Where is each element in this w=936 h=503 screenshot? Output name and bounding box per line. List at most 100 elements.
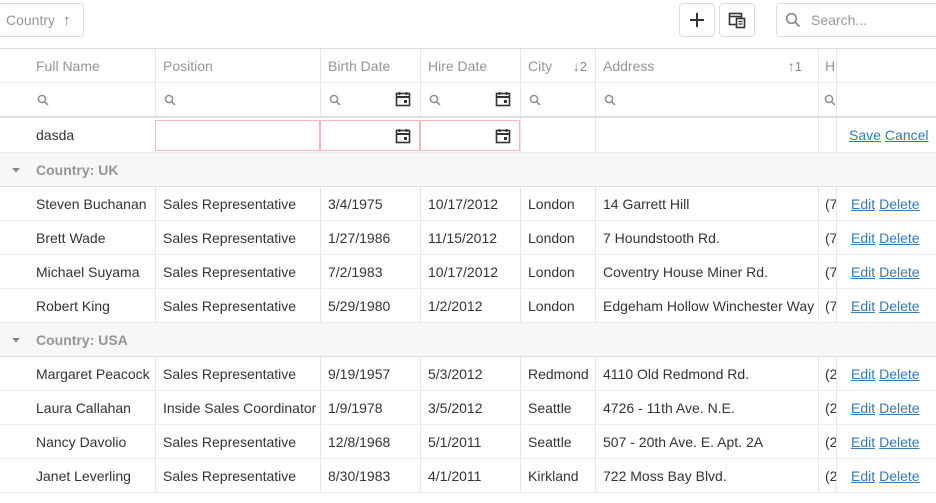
edit-link[interactable]: Edit bbox=[851, 434, 875, 450]
header-position[interactable]: Position bbox=[155, 49, 320, 82]
search-icon bbox=[164, 94, 176, 106]
cell-address: 722 Moss Bay Blvd. bbox=[595, 459, 818, 492]
search-icon bbox=[329, 94, 341, 106]
cell-city: Redmond bbox=[520, 357, 595, 390]
edit-link[interactable]: Edit bbox=[851, 264, 875, 280]
delete-link[interactable]: Delete bbox=[879, 230, 919, 246]
header-address[interactable]: Address ↑1 bbox=[595, 49, 818, 82]
edit-link[interactable]: Edit bbox=[851, 230, 875, 246]
row-actions: Edit Delete bbox=[836, 187, 936, 220]
search-input[interactable] bbox=[809, 11, 919, 29]
group-panel-country-chip[interactable]: Country ↑ bbox=[0, 3, 84, 37]
header-full-name-label: Full Name bbox=[36, 57, 100, 74]
filter-full-name[interactable] bbox=[29, 83, 155, 116]
save-button[interactable]: Save bbox=[849, 127, 881, 143]
sort-ascending-icon: ↑ bbox=[63, 11, 71, 29]
add-row-button[interactable] bbox=[679, 3, 715, 37]
search-icon bbox=[529, 94, 541, 106]
collapse-group-icon[interactable] bbox=[4, 323, 26, 356]
cell-hire: 5/3/2012 bbox=[420, 357, 520, 390]
edit-link[interactable]: Edit bbox=[851, 400, 875, 416]
table-row[interactable]: Robert King Sales Representative 5/29/1980… bbox=[0, 289, 936, 323]
row-actions: Edit Delete bbox=[836, 255, 936, 288]
filter-address[interactable] bbox=[595, 83, 818, 116]
search-panel[interactable] bbox=[776, 3, 936, 37]
group-row[interactable]: Country: USA bbox=[0, 323, 936, 357]
cell-name: Nancy Davolio bbox=[36, 433, 127, 450]
cell-address: 4726 - 11th Ave. N.E. bbox=[595, 391, 818, 424]
edit-link[interactable]: Edit bbox=[851, 298, 875, 314]
cell-birth: 8/30/1983 bbox=[320, 459, 420, 492]
delete-link[interactable]: Delete bbox=[879, 264, 919, 280]
cell-name: Janet Leverling bbox=[36, 467, 131, 484]
cell-hire: 5/1/2011 bbox=[420, 425, 520, 458]
delete-link[interactable]: Delete bbox=[879, 366, 919, 382]
cell-city: Seattle bbox=[520, 391, 595, 424]
cell-address: 7 Houndstooth Rd. bbox=[595, 221, 818, 254]
edit-link[interactable]: Edit bbox=[851, 468, 875, 484]
cell-position: Sales Representative bbox=[155, 289, 320, 322]
delete-link[interactable]: Delete bbox=[879, 400, 919, 416]
cell-address: Edgeham Hollow Winchester Way bbox=[595, 289, 818, 322]
header-birth-date[interactable]: Birth Date bbox=[320, 49, 420, 82]
filter-phone[interactable] bbox=[818, 83, 836, 116]
collapse-group-icon[interactable] bbox=[4, 153, 26, 186]
calendar-icon[interactable] bbox=[495, 128, 511, 144]
edit-link[interactable]: Edit bbox=[851, 196, 875, 212]
search-icon bbox=[824, 94, 836, 106]
header-full-name[interactable]: Full Name bbox=[29, 49, 155, 82]
cell-birth: 1/27/1986 bbox=[320, 221, 420, 254]
delete-link[interactable]: Delete bbox=[879, 434, 919, 450]
cell-position: Sales Representative bbox=[155, 357, 320, 390]
edit-position-input[interactable] bbox=[155, 120, 320, 151]
cell-hire: 1/2/2012 bbox=[420, 289, 520, 322]
filter-position[interactable] bbox=[155, 83, 320, 116]
column-chooser-icon bbox=[728, 12, 746, 29]
search-icon bbox=[785, 12, 801, 28]
header-hire-date-label: Hire Date bbox=[428, 57, 488, 74]
delete-link[interactable]: Delete bbox=[879, 196, 919, 212]
row-actions: Edit Delete bbox=[836, 425, 936, 458]
header-row: Full Name Position Birth Date Hire Date … bbox=[0, 49, 936, 83]
column-chooser-button[interactable] bbox=[719, 3, 755, 37]
table-row[interactable]: Janet Leverling Sales Representative 8/30/… bbox=[0, 459, 936, 493]
cell-hire: 10/17/2012 bbox=[420, 255, 520, 288]
cell-city: London bbox=[520, 289, 595, 322]
cell-city: London bbox=[520, 255, 595, 288]
table-row[interactable]: Laura Callahan Inside Sales Coordinator 1/… bbox=[0, 391, 936, 425]
edit-phone-input[interactable] bbox=[818, 118, 836, 152]
table-row[interactable]: Margaret Peacock Sales Representative 9/19… bbox=[0, 357, 936, 391]
table-row[interactable]: Michael Suyama Sales Representative 7/2/19… bbox=[0, 255, 936, 289]
cell-position: Sales Representative bbox=[155, 187, 320, 220]
edit-full-name-input[interactable]: dasda bbox=[29, 118, 155, 152]
delete-link[interactable]: Delete bbox=[879, 298, 919, 314]
edit-city-input[interactable] bbox=[520, 118, 595, 152]
table-row[interactable]: Brett Wade Sales Representative 1/27/1986 1… bbox=[0, 221, 936, 255]
filter-birth-date[interactable] bbox=[320, 83, 420, 116]
calendar-icon[interactable] bbox=[395, 128, 411, 144]
header-city[interactable]: City ↓2 bbox=[520, 49, 595, 82]
filter-hire-date[interactable] bbox=[420, 83, 520, 116]
cell-name: Brett Wade bbox=[36, 229, 106, 246]
cancel-button[interactable]: Cancel bbox=[885, 127, 929, 143]
table-row[interactable]: Nancy Davolio Sales Representative 12/8/19… bbox=[0, 425, 936, 459]
edit-hire-date-input[interactable] bbox=[420, 120, 520, 151]
edit-address-input[interactable] bbox=[595, 118, 818, 152]
edit-row-actions: Save Cancel bbox=[836, 118, 936, 152]
calendar-icon[interactable] bbox=[495, 91, 511, 107]
group-row[interactable]: Country: UK bbox=[0, 153, 936, 187]
cell-address: 4110 Old Redmond Rd. bbox=[595, 357, 818, 390]
cell-birth: 9/19/1957 bbox=[320, 357, 420, 390]
cell-city: London bbox=[520, 221, 595, 254]
table-row[interactable]: Steven Buchanan Sales Representative 3/4/1… bbox=[0, 187, 936, 221]
header-hire-date[interactable]: Hire Date bbox=[420, 49, 520, 82]
calendar-icon[interactable] bbox=[395, 91, 411, 107]
edit-birth-date-input[interactable] bbox=[320, 120, 420, 151]
filter-city[interactable] bbox=[520, 83, 595, 116]
header-phone[interactable]: H bbox=[818, 49, 836, 82]
delete-link[interactable]: Delete bbox=[879, 468, 919, 484]
cell-hire: 4/1/2011 bbox=[420, 459, 520, 492]
grid-toolbar: Country ↑ bbox=[0, 0, 936, 48]
cell-position: Inside Sales Coordinator bbox=[155, 391, 320, 424]
edit-link[interactable]: Edit bbox=[851, 366, 875, 382]
